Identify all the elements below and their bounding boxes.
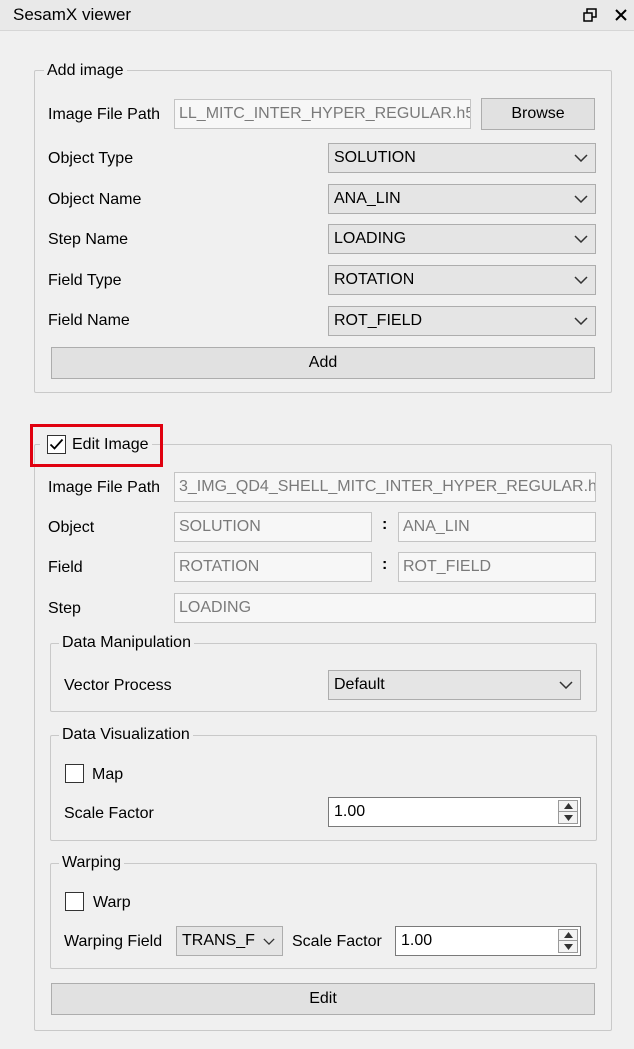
chevron-down-icon: [574, 266, 588, 294]
warping-field-label: Warping Field: [64, 933, 163, 950]
field-label: Field: [48, 559, 83, 576]
spin-down-icon[interactable]: [559, 812, 577, 823]
scale-factor-spinbox[interactable]: 1.00: [328, 797, 581, 827]
object-name-field: ANA_LIN: [398, 512, 596, 542]
warp-scale-factor-label: Scale Factor: [292, 933, 382, 950]
data-manipulation-legend: Data Manipulation: [59, 633, 194, 653]
chevron-down-icon: [574, 307, 588, 335]
object-type-field: SOLUTION: [174, 512, 372, 542]
warping-legend: Warping: [59, 853, 124, 873]
image-file-path-label: Image File Path: [48, 106, 161, 123]
warp-checkbox[interactable]: [65, 892, 84, 911]
object-name-label: Object Name: [48, 191, 142, 208]
object-label: Object: [48, 519, 95, 536]
step-name-select[interactable]: LOADING: [328, 224, 596, 254]
window-title: SesamX viewer: [13, 5, 132, 24]
map-checkbox[interactable]: [65, 764, 84, 783]
edit-image-checkbox[interactable]: [47, 435, 66, 454]
image-file-path-input[interactable]: LL_MITC_INTER_HYPER_REGULAR.h5: [174, 99, 471, 129]
object-name-select[interactable]: ANA_LIN: [328, 184, 596, 214]
vector-process-label: Vector Process: [64, 677, 172, 694]
edit-button[interactable]: Edit: [51, 983, 595, 1015]
object-type-select[interactable]: SOLUTION: [328, 143, 596, 173]
spin-up-icon[interactable]: [559, 801, 577, 812]
chevron-down-icon: [559, 671, 573, 699]
field-name-select[interactable]: ROT_FIELD: [328, 306, 596, 336]
field-name-label: Field Name: [48, 312, 130, 329]
field-separator: :: [382, 556, 388, 573]
chevron-down-icon: [574, 144, 588, 172]
warping-field-select[interactable]: TRANS_F: [176, 926, 283, 956]
warp-scale-factor-spinbox[interactable]: 1.00: [395, 926, 581, 956]
edit-image-checkbox-label[interactable]: Edit Image: [72, 435, 148, 455]
vector-process-select[interactable]: Default: [328, 670, 581, 700]
add-button[interactable]: Add: [51, 347, 595, 379]
chevron-down-icon: [574, 185, 588, 213]
add-image-legend: Add image: [44, 61, 127, 81]
edit-image-file-path-field: 3_IMG_QD4_SHELL_MITC_INTER_HYPER_REGULAR…: [174, 472, 596, 502]
field-type-select[interactable]: ROTATION: [328, 265, 596, 295]
data-visualization-legend: Data Visualization: [59, 725, 193, 745]
checkmark-icon: [49, 438, 64, 450]
scale-factor-label: Scale Factor: [64, 805, 154, 822]
field-type-label: Field Type: [48, 272, 122, 289]
step-label: Step: [48, 600, 81, 617]
chevron-down-icon: [263, 927, 275, 955]
object-separator: :: [382, 516, 388, 533]
step-name-label: Step Name: [48, 231, 129, 248]
edit-image-file-path-label: Image File Path: [48, 479, 161, 496]
warp-checkbox-label[interactable]: Warp: [93, 893, 131, 913]
field-name-field: ROT_FIELD: [398, 552, 596, 582]
chevron-down-icon: [574, 225, 588, 253]
browse-button[interactable]: Browse: [481, 98, 595, 130]
close-icon[interactable]: [610, 4, 632, 26]
object-type-label: Object Type: [48, 150, 134, 167]
float-restore-icon[interactable]: [579, 4, 601, 26]
step-field: LOADING: [174, 593, 596, 623]
spin-up-icon[interactable]: [559, 930, 577, 941]
spin-down-icon[interactable]: [559, 941, 577, 952]
field-type-field: ROTATION: [174, 552, 372, 582]
map-checkbox-label[interactable]: Map: [92, 765, 123, 785]
